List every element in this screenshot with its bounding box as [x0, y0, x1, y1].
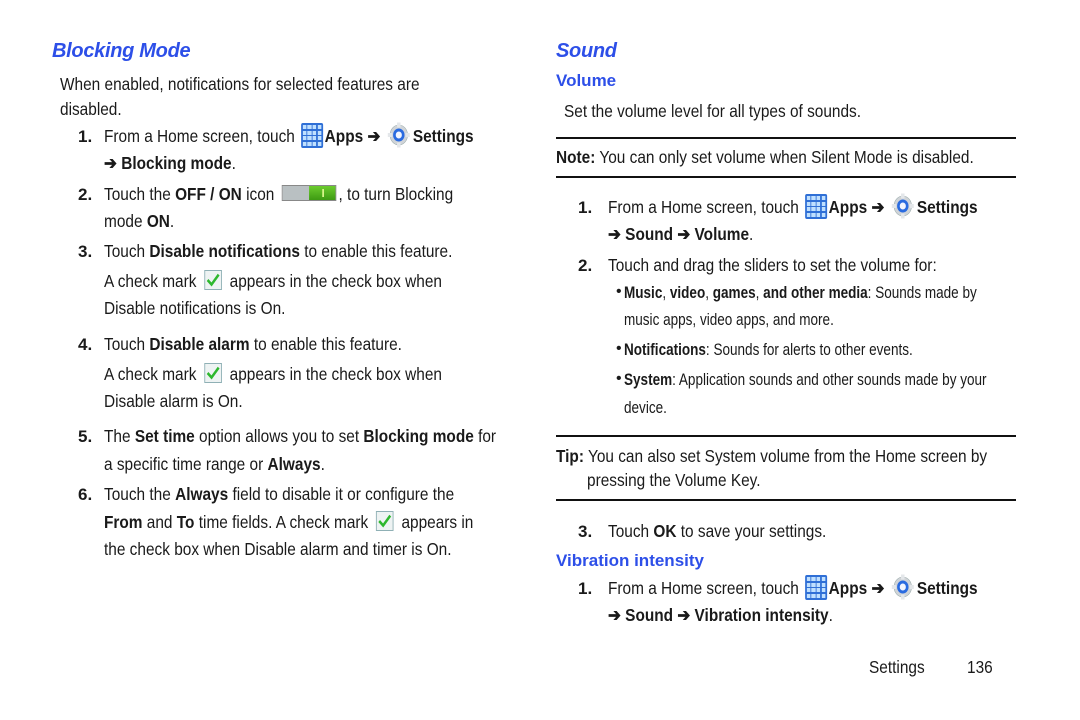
- step-4-sub-line-1: A check mark appears in the check box wh…: [104, 363, 442, 384]
- check-mark-icon: [204, 363, 222, 384]
- apps-icon: [804, 193, 827, 219]
- bullet-system-line-2: device.: [624, 399, 667, 417]
- apps-icon: [804, 574, 827, 600]
- step-3-sub-line-2: Disable notifications is On.: [104, 298, 286, 318]
- note-text: Note: You can only set volume when Silen…: [556, 147, 974, 167]
- settings-gear-icon: [891, 193, 914, 219]
- step-number: 6.: [78, 485, 93, 504]
- volume-intro: Set the volume level for all types of so…: [564, 101, 862, 121]
- volume-step-1-line-2: ➔ Sound ➔ Volume.: [608, 224, 754, 244]
- step-number: 3.: [78, 242, 93, 261]
- step-number: 3.: [578, 522, 593, 541]
- step-2-line-1: Touch the OFF / ON icon , to turn Blocki…: [104, 184, 454, 204]
- check-mark-icon: [204, 270, 222, 291]
- step-number: 1.: [78, 127, 93, 146]
- step-2-line-2: mode ON.: [104, 211, 175, 231]
- tip-text-2: pressing the Volume Key.: [587, 470, 761, 490]
- bullet-notifications: Notifications: Sounds for alerts to othe…: [624, 341, 913, 359]
- settings-gear-icon: [891, 574, 914, 600]
- section-title-blocking-mode: Blocking Mode: [52, 40, 191, 62]
- apps-icon: [300, 122, 323, 148]
- volume-step-1-line-1: From a Home screen, touch Apps ➔ Setting…: [608, 193, 978, 221]
- tip-text: Tip: You can also set System volume from…: [556, 446, 988, 466]
- note-top-divider: [556, 137, 1016, 139]
- vibration-step-1-line-1: From a Home screen, touch Apps ➔ Setting…: [608, 574, 978, 602]
- bullet-media-line-1: Music, video, games, and other media: So…: [624, 284, 977, 302]
- step-4-line-1: Touch Disable alarm to enable this featu…: [104, 334, 402, 354]
- intro-text-2: disabled.: [60, 99, 122, 119]
- step-1-line-2: ➔ Blocking mode.: [104, 153, 236, 173]
- bullet-system-line-1: System: Application sounds and other sou…: [624, 371, 987, 389]
- note-bottom-divider: [556, 176, 1016, 178]
- section-title-sound: Sound: [556, 40, 617, 62]
- off-on-toggle-icon: [282, 185, 337, 202]
- step-6-line-1: Touch the Always field to disable it or …: [104, 484, 455, 504]
- intro-text: When enabled, notifications for selected…: [60, 74, 420, 94]
- step-5-line-2: a specific time range or Always.: [104, 454, 325, 474]
- tip-bottom-divider: [556, 499, 1016, 501]
- bullet-icon: •: [616, 340, 622, 357]
- step-3-line-1: Touch Disable notifications to enable th…: [104, 241, 453, 261]
- step-3-sub-line-1: A check mark appears in the check box wh…: [104, 270, 442, 291]
- volume-step-3: Touch OK to save your settings.: [608, 521, 827, 541]
- step-number: 4.: [78, 335, 93, 354]
- bullet-media-line-2: music apps, video apps, and more.: [624, 311, 834, 329]
- step-1-line-1: From a Home screen, touch Apps ➔ Setting…: [104, 122, 474, 150]
- volume-step-2: Touch and drag the sliders to set the vo…: [608, 255, 937, 275]
- bullet-icon: •: [616, 370, 622, 387]
- page-number: 136: [967, 657, 993, 677]
- step-6-line-2: From and To time fields. A check mark ap…: [104, 511, 474, 532]
- step-number: 2.: [578, 256, 593, 275]
- step-number: 2.: [78, 185, 93, 204]
- footer-section-name: Settings: [869, 657, 925, 677]
- step-number: 5.: [78, 427, 93, 446]
- step-6-line-3: the check box when Disable alarm and tim…: [104, 539, 452, 559]
- check-mark-icon: [376, 511, 394, 532]
- vibration-step-1-line-2: ➔ Sound ➔ Vibration intensity.: [608, 605, 833, 625]
- subsection-title-vibration-intensity: Vibration intensity: [556, 551, 704, 570]
- subsection-title-volume: Volume: [556, 71, 617, 90]
- step-5-line-1: The Set time option allows you to set Bl…: [104, 426, 497, 446]
- step-number: 1.: [578, 198, 593, 217]
- tip-top-divider: [556, 435, 1016, 437]
- settings-gear-icon: [387, 122, 410, 148]
- bullet-icon: •: [616, 283, 622, 300]
- step-4-sub-line-2: Disable alarm is On.: [104, 391, 243, 411]
- step-number: 1.: [578, 579, 593, 598]
